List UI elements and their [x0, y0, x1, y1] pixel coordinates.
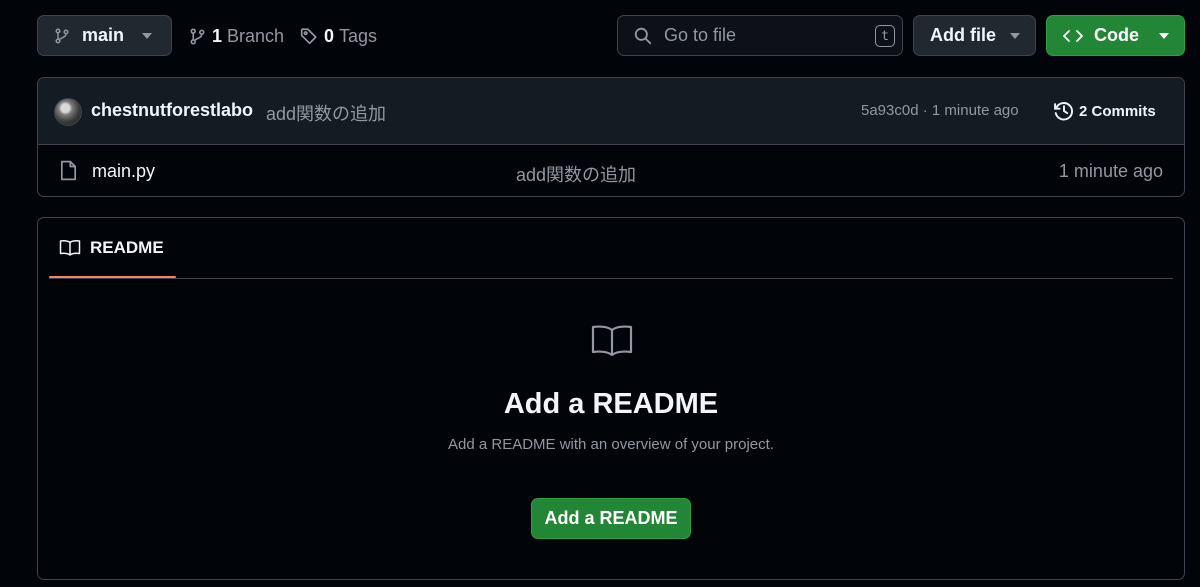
file-icon: [60, 160, 77, 181]
tag-icon: [300, 27, 318, 45]
tab-readme[interactable]: README: [49, 218, 176, 278]
branch-count: 1: [212, 25, 223, 46]
latest-commit-row: chestnutforestlabo add関数の追加 5a93c0d · 1 …: [38, 78, 1184, 145]
branch-select-button[interactable]: main: [37, 15, 172, 56]
tag-count: 0: [324, 25, 335, 46]
code-button[interactable]: Code: [1046, 15, 1185, 56]
git-branch-icon: [54, 27, 70, 45]
commits-history-link[interactable]: 2 Commits: [1053, 99, 1156, 123]
search-icon: [634, 27, 652, 45]
avatar[interactable]: [54, 98, 82, 126]
go-to-file-input[interactable]: Go to file t: [617, 15, 903, 56]
branch-name: main: [82, 25, 125, 45]
file-commit-message-link[interactable]: add関数の追加: [516, 161, 636, 187]
add-file-label: Add file: [930, 25, 996, 45]
file-updated-time: 1 minute ago: [1058, 161, 1163, 181]
branches-link[interactable]: 1 Branch: [189, 24, 284, 48]
tag-label: Tags: [339, 25, 378, 46]
add-readme-button[interactable]: Add a README: [531, 498, 691, 539]
file-browser: chestnutforestlabo add関数の追加 5a93c0d · 1 …: [37, 77, 1185, 197]
commit-author-link[interactable]: chestnutforestlabo: [91, 100, 253, 121]
book-icon: [590, 322, 634, 360]
triangle-down-icon: [142, 33, 152, 39]
tags-link[interactable]: 0 Tags: [300, 24, 377, 48]
book-icon: [59, 239, 81, 257]
blankslate-description: Add a README with an overview of your pr…: [448, 436, 774, 453]
code-label: Code: [1094, 25, 1139, 45]
history-icon: [1053, 100, 1075, 122]
keyboard-shortcut-hint: t: [875, 25, 895, 47]
add-file-button[interactable]: Add file: [913, 15, 1036, 56]
branch-label: Branch: [227, 25, 285, 46]
tab-divider: [49, 278, 1173, 279]
commit-sha-time[interactable]: 5a93c0d · 1 minute ago: [861, 102, 1019, 119]
code-icon: [1063, 29, 1083, 43]
file-name-link[interactable]: main.py: [92, 161, 155, 182]
blankslate-heading: Add a README: [503, 388, 719, 420]
file-row[interactable]: main.py add関数の追加 1 minute ago: [38, 145, 1184, 196]
git-branch-icon: [189, 27, 206, 46]
commits-count-label: 2 Commits: [1079, 102, 1156, 120]
readme-panel: README Add a README Add a README with an…: [37, 217, 1185, 580]
readme-tab-label: README: [90, 238, 164, 257]
search-placeholder: Go to file: [664, 25, 737, 45]
triangle-down-icon: [1159, 33, 1169, 39]
commit-message-link[interactable]: add関数の追加: [266, 100, 386, 126]
triangle-down-icon: [1010, 33, 1020, 39]
